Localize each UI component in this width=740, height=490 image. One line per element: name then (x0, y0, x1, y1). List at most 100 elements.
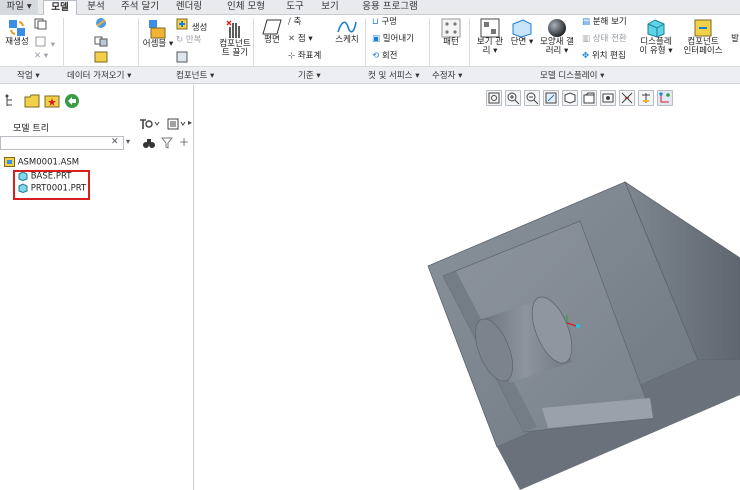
sketch-icon (337, 21, 357, 33)
base-part[interactable] (427, 180, 740, 490)
show-icon[interactable] (166, 117, 188, 131)
sphere-icon (548, 19, 566, 37)
display-style-view-button[interactable] (562, 90, 578, 106)
axis-icon: / (288, 17, 291, 27)
point-button[interactable]: ✕ 점 ▾ (288, 34, 313, 44)
section-button[interactable]: 단면 ▾ (508, 18, 536, 47)
sketch-button[interactable]: 스케치 (331, 18, 363, 45)
create-component-button[interactable]: 생성 (176, 18, 207, 33)
repeat-button[interactable]: ↻ 반복 (176, 35, 201, 45)
axis-button[interactable]: / 축 (288, 17, 301, 27)
create-icon (176, 18, 188, 30)
paste-icon[interactable]: ▾ (34, 35, 55, 50)
tab-applications[interactable]: 응용 프로그램 (350, 0, 430, 15)
regenerate-button[interactable]: 재생성 (2, 18, 32, 47)
tab-manikin[interactable]: 인체 모형 (217, 0, 275, 15)
repaint-icon (545, 92, 557, 104)
edit-position-button[interactable]: ✥ 위치 편집 (582, 51, 626, 61)
section-label: 단면 (510, 37, 527, 47)
appearance-label-2: 러리 (545, 46, 562, 56)
explode-view-button[interactable]: ▤ 분해 보기 (582, 17, 627, 27)
refit-icon (488, 92, 500, 104)
explode-view-icon: ▤ (582, 17, 591, 27)
refit-view-button[interactable] (486, 90, 502, 106)
group-datum[interactable]: 기준 ▾ (298, 69, 321, 81)
navigator-panel: 모델 트리 ▸ ✕ ▾ + ASM0001.ASM BASE.PRT PRT00… (0, 85, 194, 490)
group-modifiers-label: 수정자 (432, 71, 456, 81)
pattern-button[interactable]: 패턴 (437, 18, 465, 47)
favorites-tab-icon[interactable] (44, 93, 60, 109)
search-dropdown-icon[interactable]: ▾ (126, 137, 130, 146)
manage-views-button[interactable]: 보기 관리 ▾ (474, 18, 506, 56)
highlight-box (13, 170, 90, 200)
view-manager-button[interactable] (600, 90, 616, 106)
view-manager-icon (602, 93, 614, 103)
create-label: 생성 (191, 23, 208, 33)
group-operations[interactable]: 작업 ▾ (17, 69, 40, 81)
settings-icon[interactable] (138, 117, 160, 131)
tab-annotate[interactable]: 주석 달기 (116, 0, 164, 15)
ribbon-tab-bar: 파일 ▾ 모델 분석 주석 달기 렌더링 인체 모형 도구 보기 응용 프로그램 (0, 0, 740, 16)
plane-button[interactable]: 평면 (258, 18, 286, 45)
shrinkwrap-icon[interactable] (94, 51, 108, 66)
group-component[interactable]: 컴포넌트 ▾ (176, 69, 214, 81)
copy-icon[interactable] (34, 18, 48, 33)
model-viewport[interactable] (196, 110, 740, 490)
tab-render[interactable]: 렌더링 (166, 0, 212, 15)
hole-button[interactable]: ⊔ 구멍 (372, 17, 397, 27)
toggle-status-button[interactable]: ▥ 상태 전환 (582, 34, 627, 44)
tab-view[interactable]: 보기 (314, 0, 346, 15)
search-clear-icon[interactable]: ✕ (111, 137, 119, 147)
binoculars-icon[interactable] (142, 136, 156, 150)
drag-components-button[interactable]: 컴포넌트 트 끌기 (215, 18, 255, 58)
copy-geometry-icon[interactable] (94, 35, 108, 50)
zoom-out-button[interactable] (524, 90, 540, 106)
perspective-view-button[interactable] (619, 90, 635, 106)
web-browser-tab-icon[interactable] (64, 93, 80, 109)
zoom-in-button[interactable] (505, 90, 521, 106)
group-model-display[interactable]: 모델 디스플레이 ▾ (540, 69, 604, 81)
revolve-button[interactable]: ⟲ 회전 (372, 51, 397, 61)
regenerate-label: 재생성 (5, 37, 29, 47)
pattern-label: 패턴 (443, 37, 459, 47)
include-component-icon[interactable] (176, 51, 189, 66)
extrude-button[interactable]: ▣ 밀어내기 (372, 34, 414, 44)
group-get-data[interactable]: 데이터 가져오기 ▾ (67, 69, 131, 81)
regenerate-icon (9, 20, 25, 36)
perspective-icon (621, 92, 633, 104)
panel-collapse-arrow-icon[interactable]: ▸ (188, 118, 192, 127)
sketch-label: 스케치 (335, 35, 359, 45)
tree-root-assembly[interactable]: ASM0001.ASM (4, 157, 79, 168)
datum-display-icon (642, 93, 650, 103)
component-interface-button[interactable]: 컴포넌트 인터페이스 (680, 18, 726, 56)
repeat-icon: ↻ (176, 35, 184, 45)
hand-drag-icon (226, 20, 240, 38)
tab-tools[interactable]: 도구 (279, 0, 311, 15)
group-cut-surface-label: 컷 및 서피스 (368, 71, 413, 81)
add-column-icon[interactable]: + (179, 135, 189, 149)
group-modifiers[interactable]: 수정자 ▾ (432, 69, 462, 81)
tab-analysis[interactable]: 분석 (80, 0, 112, 15)
delete-icon[interactable]: ✕ ▾ (34, 51, 48, 61)
saved-orientations-icon (583, 92, 595, 104)
appearance-gallery-button[interactable]: 모양새 갤 러리 ▾ (538, 18, 576, 56)
folder-browser-tab-icon[interactable] (24, 93, 40, 109)
datum-display-button[interactable] (638, 90, 654, 106)
extrude-icon: ▣ (372, 34, 381, 44)
more-button[interactable]: 발 (729, 35, 740, 44)
display-style-button[interactable]: 디스플레 이 유형 ▾ (638, 18, 674, 56)
point-icon: ✕ (288, 34, 296, 44)
saved-orientations-button[interactable] (581, 90, 597, 106)
tab-model[interactable]: 모델 (43, 0, 77, 16)
group-cut-surface[interactable]: 컷 및 서피스 ▾ (368, 69, 419, 81)
assemble-button[interactable]: 어셈블 ▾ (142, 18, 174, 49)
manage-views-label-2: 리 (482, 46, 491, 56)
tree-search-input[interactable] (0, 136, 124, 150)
filter-icon[interactable] (160, 136, 174, 150)
tab-file[interactable]: 파일 ▾ (0, 0, 38, 15)
csys-button[interactable]: ⊹ 좌표계 (288, 51, 321, 61)
repaint-button[interactable] (543, 90, 559, 106)
annotation-display-button[interactable] (657, 90, 673, 106)
user-defined-feature-icon[interactable] (94, 17, 108, 32)
model-tree-tab-icon[interactable] (4, 94, 18, 108)
